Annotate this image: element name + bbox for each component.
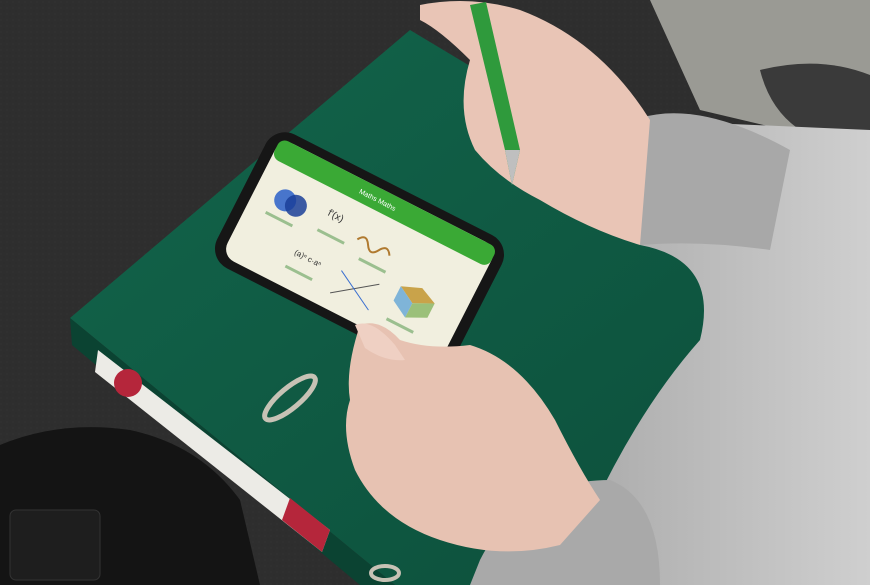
photo-scene: Maths Maths f'(x) (a)ⁿ c·aⁿ	[0, 0, 870, 585]
scene-svg: Maths Maths f'(x) (a)ⁿ c·aⁿ	[0, 0, 870, 585]
binder-logo	[114, 369, 142, 397]
bag-device	[9, 509, 101, 581]
